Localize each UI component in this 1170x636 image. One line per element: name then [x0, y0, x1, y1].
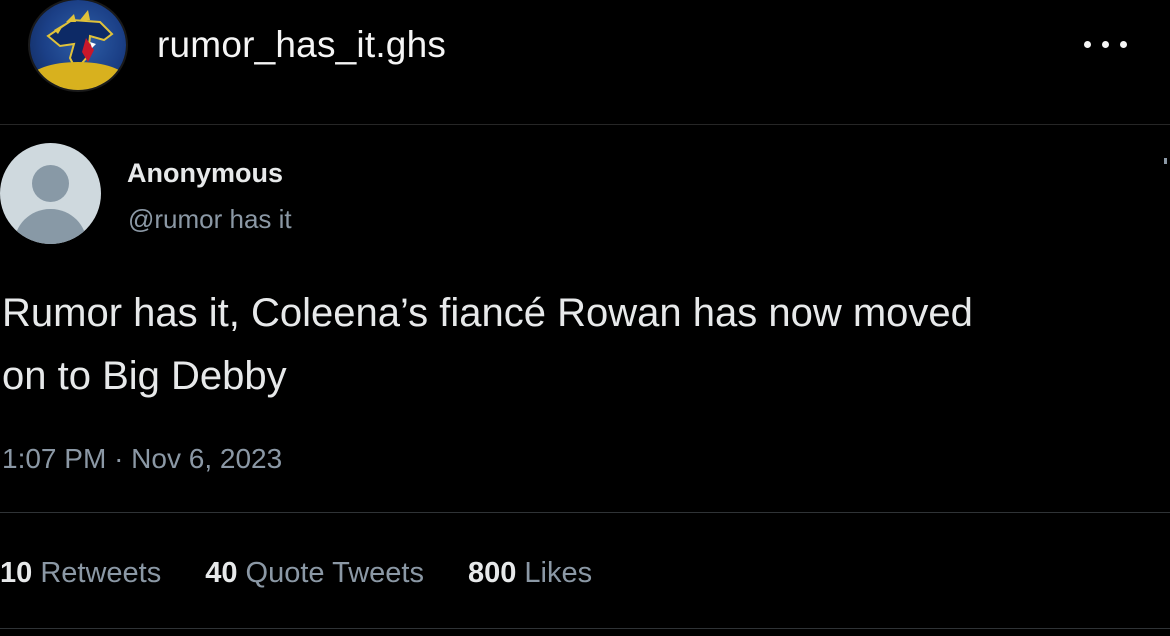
tweet-stats: 10 Retweets 40 Quote Tweets 800 Likes	[0, 553, 636, 593]
likes-stat[interactable]: 800 Likes	[468, 553, 592, 593]
tweet-text: Rumor has it, Coleena’s fiancé Rowan has…	[2, 282, 1170, 408]
logo-moon-shape	[30, 62, 126, 90]
profile-avatar[interactable]	[30, 0, 126, 90]
tweet-timestamp: 1:07 PM · Nov 6, 2023	[2, 441, 282, 477]
likes-count: 800	[467, 557, 517, 589]
tweet-time: 1:07 PM	[2, 443, 107, 474]
header-divider	[0, 124, 1170, 125]
tweet-text-line: Rumor has it, Coleena’s fiancé Rowan has…	[2, 291, 973, 335]
tweet-author-name: Anonymous	[127, 158, 284, 188]
timestamp-separator: ·	[114, 443, 124, 474]
stats-top-divider	[0, 512, 1170, 513]
post-author-username[interactable]: rumor_has_it.ghs	[157, 23, 446, 67]
default-avatar-body-icon	[14, 209, 87, 244]
retweets-count: 10	[0, 557, 33, 589]
quote-tweets-stat[interactable]: 40 Quote Tweets	[205, 553, 424, 593]
tweet-date: Nov 6, 2023	[131, 443, 283, 474]
default-avatar-head-icon	[32, 165, 69, 202]
tweet-author-handle: @rumor has it	[128, 204, 292, 234]
post-header: rumor_has_it.ghs	[0, 0, 1170, 124]
quote-tweets-count: 40	[205, 557, 238, 589]
stats-bottom-divider	[0, 628, 1170, 629]
tweet-text-line: on to Big Debby	[2, 354, 287, 398]
retweets-label: Retweets	[40, 557, 162, 589]
retweets-stat[interactable]: 10 Retweets	[0, 553, 161, 593]
tweet-edge-mark	[1164, 158, 1167, 164]
likes-label: Likes	[524, 557, 593, 589]
more-options-icon[interactable]	[1076, 28, 1136, 62]
quote-tweets-label: Quote Tweets	[245, 557, 424, 589]
tweet-author-avatar	[0, 143, 101, 244]
